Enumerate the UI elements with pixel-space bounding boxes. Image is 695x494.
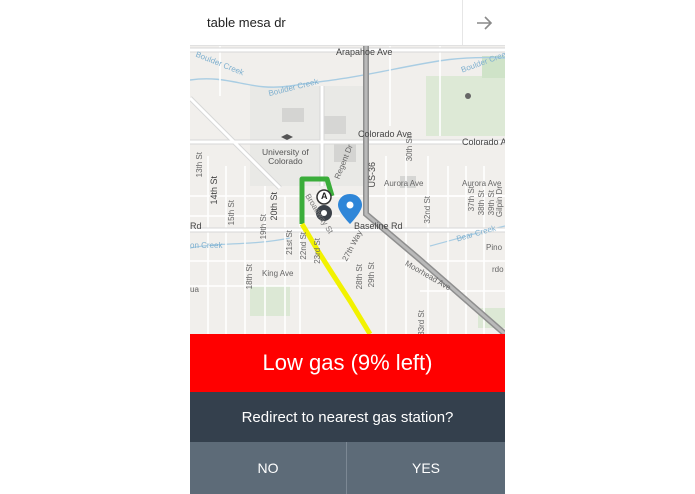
- label-19th-st: 19th St: [259, 214, 268, 240]
- label-23rd-st: 23rd St: [313, 238, 322, 264]
- label-baseline: Baseline Rd: [354, 221, 403, 231]
- label-rd: Rd: [190, 221, 202, 231]
- low-gas-alert: Low gas (9% left): [190, 334, 505, 392]
- marker-a-label: A: [321, 191, 328, 201]
- map-view[interactable]: Arapahoe Ave Boulder Creek Boulder Creek…: [190, 46, 505, 336]
- label-colorado-ave: Colorado Ave: [358, 129, 412, 139]
- no-button-label: NO: [257, 460, 279, 476]
- label-creek-left: on Creek: [190, 241, 223, 250]
- label-29th-st: 29th St: [367, 262, 376, 288]
- label-gilpin: Gilpin Dr: [495, 186, 504, 218]
- alert-text: Low gas (9% left): [262, 350, 433, 375]
- label-arapahoe: Arapahoe Ave: [336, 47, 393, 57]
- go-button[interactable]: [462, 0, 505, 45]
- label-30th-st: 30th St: [405, 136, 414, 162]
- label-22nd-st: 22nd St: [299, 232, 308, 260]
- label-20th-st: 20th St: [269, 192, 279, 221]
- prompt-text: Redirect to nearest gas station?: [241, 408, 454, 426]
- yes-button[interactable]: YES: [347, 442, 505, 494]
- park-area-3: [250, 286, 290, 316]
- label-14th-st: 14th St: [209, 176, 219, 205]
- building-1: [282, 108, 304, 122]
- poi-icon: [465, 93, 471, 99]
- label-rdo: rdo: [492, 265, 504, 274]
- label-37th-st: 37th St: [467, 186, 476, 212]
- label-pino: Pino: [486, 243, 503, 252]
- label-colorado-ave: Colorado Ave: [462, 137, 505, 147]
- label-15th-st: 15th St: [227, 200, 236, 226]
- label-18th-st: 18th St: [245, 264, 254, 290]
- map-canvas: [190, 46, 505, 334]
- no-button[interactable]: NO: [190, 442, 347, 494]
- label-aurora: Aurora Ave: [384, 179, 424, 188]
- label-king: King Ave: [262, 269, 294, 278]
- label-13th-st: 13th St: [195, 152, 204, 178]
- label-32nd-st: 32nd St: [423, 196, 432, 224]
- button-row: NO YES: [190, 442, 505, 494]
- campus-area: [250, 86, 368, 186]
- park-area: [426, 76, 505, 136]
- label-21st-st: 21st St: [285, 230, 294, 255]
- yes-button-label: YES: [411, 460, 440, 476]
- label-33rd-st: 33rd St: [417, 310, 426, 336]
- arrow-right-icon: [477, 15, 493, 30]
- label-university: University of Colorado: [262, 147, 309, 166]
- label-ua: ua: [190, 285, 199, 294]
- label-us36: US-36: [367, 162, 377, 188]
- label-28th-st: 28th St: [355, 264, 364, 290]
- redirect-prompt: Redirect to nearest gas station?: [190, 392, 505, 442]
- search-input[interactable]: [190, 0, 462, 45]
- label-38th-st: 38th St: [477, 190, 486, 216]
- search-bar: [190, 0, 505, 46]
- phone-screen: Arapahoe Ave Boulder Creek Boulder Creek…: [190, 0, 505, 494]
